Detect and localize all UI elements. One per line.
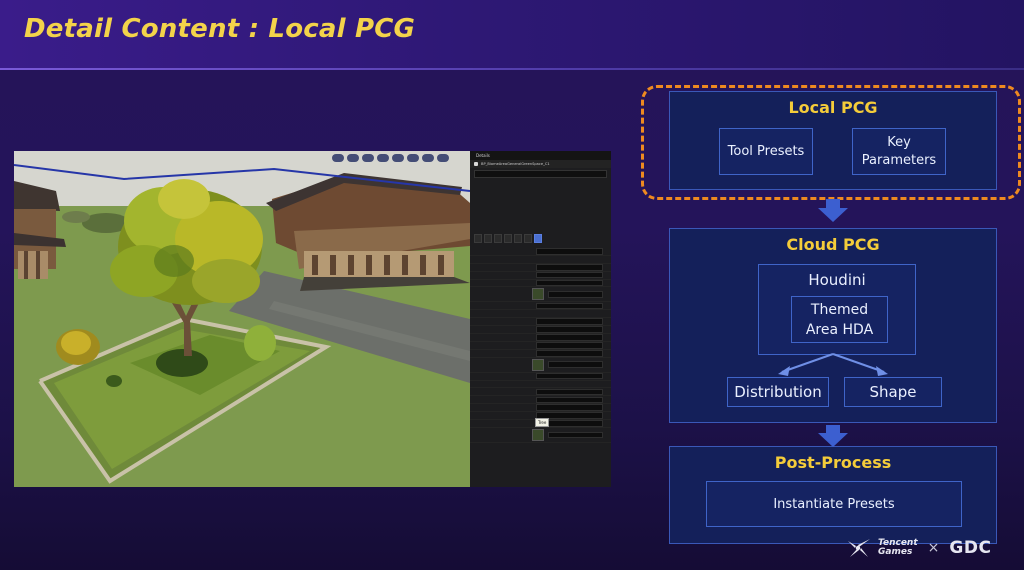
logo-separator: × — [927, 540, 940, 556]
post-process-box: Post-Process Instantiate Presets — [669, 446, 997, 544]
asset-row[interactable] — [470, 428, 611, 443]
property-value-field[interactable] — [536, 388, 603, 396]
viewport-button[interactable] — [377, 154, 389, 162]
gdc-logo: GDC — [949, 538, 992, 558]
property-row[interactable] — [470, 326, 611, 335]
property-row[interactable] — [470, 404, 611, 413]
property-row[interactable] — [470, 318, 611, 327]
viewport-toolbar[interactable] — [332, 153, 470, 163]
dark-shrub — [156, 349, 208, 377]
property-row[interactable] — [470, 302, 611, 311]
actor-name: BP_BiomeAreaGeneralGreenSpace_C1 — [481, 162, 550, 166]
editor-tooltip: Tree — [535, 418, 550, 427]
viewport-button[interactable] — [422, 154, 434, 162]
distribution-box: Distribution — [727, 377, 829, 407]
viewport-button[interactable] — [332, 154, 344, 162]
property-row[interactable] — [470, 381, 611, 389]
category-tab[interactable] — [524, 234, 532, 243]
asset-thumbnail[interactable] — [532, 428, 544, 441]
category-tab[interactable] — [474, 234, 482, 243]
title-divider — [0, 68, 1024, 70]
light-shrub — [244, 325, 276, 361]
tencent-games-wordmark: Tencent Games — [878, 539, 918, 557]
asset-picker[interactable] — [548, 291, 603, 298]
details-search-input[interactable] — [474, 170, 607, 178]
arrow-cloud-to-post — [818, 425, 848, 447]
game-viewport[interactable] — [14, 151, 470, 487]
property-value-field[interactable] — [536, 404, 603, 411]
asset-row[interactable] — [470, 358, 611, 373]
asset-thumbnail[interactable] — [532, 288, 544, 301]
property-row[interactable] — [470, 263, 611, 272]
category-tab[interactable] — [514, 234, 522, 243]
property-value-field[interactable] — [536, 302, 603, 310]
property-row[interactable] — [470, 279, 611, 288]
footer-logos: Tencent Games × GDC — [846, 533, 1014, 563]
property-value-field[interactable] — [536, 248, 603, 255]
actor-icon — [474, 162, 478, 166]
property-value-field[interactable] — [536, 279, 603, 287]
asset-thumbnail[interactable] — [532, 358, 544, 371]
arrow-local-to-cloud — [818, 199, 848, 222]
component-tree[interactable] — [470, 180, 611, 232]
viewport-button[interactable] — [407, 154, 419, 162]
property-value-field[interactable] — [536, 349, 603, 357]
property-row[interactable] — [470, 256, 611, 264]
houdini-label: Houdini — [808, 271, 866, 289]
property-value-field[interactable] — [536, 271, 603, 279]
asset-picker[interactable] — [548, 431, 603, 439]
property-value-field[interactable] — [536, 396, 603, 404]
property-value-field[interactable] — [536, 342, 603, 349]
viewport-button[interactable] — [392, 154, 404, 162]
property-value-field[interactable] — [536, 334, 603, 341]
property-value-field[interactable] — [536, 263, 603, 271]
cloud-pcg-box: Cloud PCG Houdini Themed Area HDA Distri… — [669, 228, 997, 423]
viewport-button[interactable] — [362, 154, 374, 162]
shape-label: Shape — [869, 383, 917, 401]
slide-title: Detail Content : Local PCG — [24, 14, 416, 44]
viewport-button[interactable] — [437, 154, 449, 162]
post-process-title: Post-Process — [774, 453, 892, 472]
instantiate-presets-label: Instantiate Presets — [773, 496, 895, 512]
property-row[interactable] — [470, 342, 611, 350]
asset-picker[interactable] — [548, 361, 603, 368]
property-list[interactable] — [470, 245, 611, 443]
local-pcg-highlight-frame — [641, 85, 1021, 200]
property-row[interactable] — [470, 271, 611, 280]
property-row[interactable] — [470, 334, 611, 342]
games-text: Games — [878, 547, 913, 557]
tab-details[interactable]: Details — [476, 153, 490, 158]
details-panel[interactable]: Details BP_BiomeAreaGeneralGreenSpace_C1 — [470, 151, 611, 487]
category-tab[interactable] — [504, 234, 512, 243]
shape-box: Shape — [844, 377, 942, 407]
viewport-button[interactable] — [347, 154, 359, 162]
asset-row[interactable] — [470, 287, 611, 303]
instantiate-presets-box: Instantiate Presets — [706, 481, 962, 527]
property-value-field[interactable] — [536, 372, 603, 380]
themed-area-hda-label: Themed Area HDA — [805, 301, 874, 338]
details-tab-bar: Details — [470, 151, 611, 160]
category-tab-active[interactable] — [534, 234, 542, 243]
category-tab[interactable] — [494, 234, 502, 243]
category-filter-bar[interactable] — [470, 232, 611, 245]
property-row[interactable] — [470, 388, 611, 397]
scene-illustration — [14, 151, 470, 487]
property-row[interactable] — [470, 396, 611, 405]
property-value-field[interactable] — [536, 318, 603, 325]
property-value-field[interactable] — [536, 326, 603, 333]
property-row[interactable] — [470, 248, 611, 256]
tree-item[interactable] — [474, 224, 607, 230]
property-row[interactable] — [470, 372, 611, 381]
distribution-label: Distribution — [734, 383, 822, 401]
themed-area-hda-box: Themed Area HDA — [791, 296, 888, 343]
category-tab[interactable] — [484, 234, 492, 243]
cloud-pcg-title: Cloud PCG — [786, 235, 880, 254]
property-row[interactable] — [470, 349, 611, 358]
actor-header[interactable]: BP_BiomeAreaGeneralGreenSpace_C1 — [470, 160, 611, 168]
tencent-games-logo-icon — [848, 539, 870, 557]
property-row[interactable] — [470, 310, 611, 319]
